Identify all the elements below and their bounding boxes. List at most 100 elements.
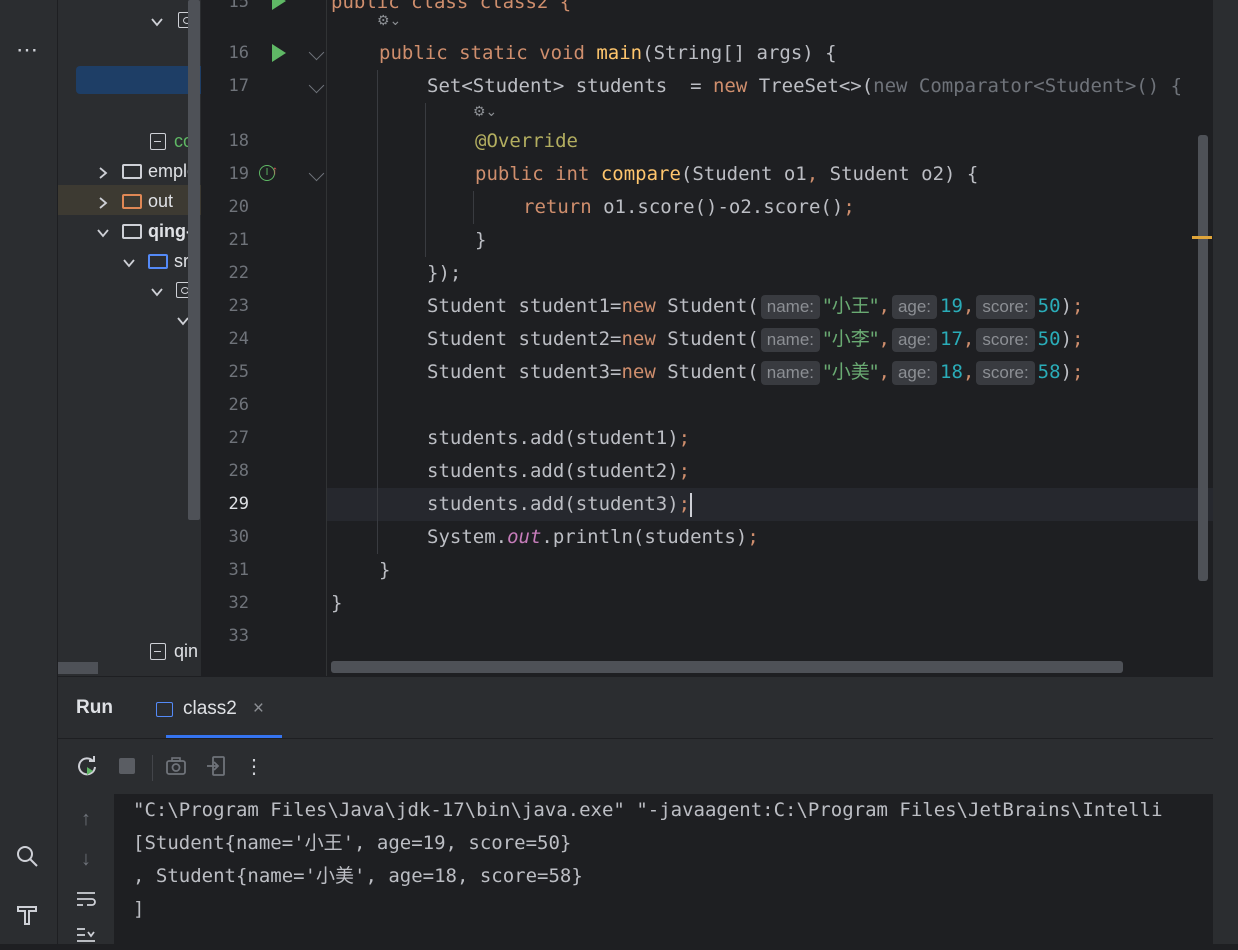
code-text: students.add(student2) xyxy=(427,460,679,482)
line-number: 32 xyxy=(228,593,249,613)
parameter-hint: name: xyxy=(760,360,820,385)
code-text: public class class2 { xyxy=(331,0,572,13)
parameter-hint: age: xyxy=(891,327,938,352)
keyword: new xyxy=(712,75,748,97)
line-number: 23 xyxy=(228,296,249,316)
line-number: 22 xyxy=(228,263,249,283)
keyword: return xyxy=(523,196,592,218)
editor-vertical-scrollbar[interactable] xyxy=(1198,135,1208,581)
keyword: new xyxy=(621,361,656,383)
line-number: 16 xyxy=(228,43,249,63)
stop-icon[interactable] xyxy=(112,751,142,781)
file-icon xyxy=(150,642,166,660)
parameter-hint: score: xyxy=(976,294,1035,319)
chevron-down-icon xyxy=(150,283,164,297)
tree-item-emplo[interactable]: emplo xyxy=(96,157,197,185)
override-arrow-icon: ↑ xyxy=(272,163,278,177)
exit-icon[interactable] xyxy=(201,751,231,781)
punctuation: ; xyxy=(1072,328,1084,350)
code-line-24: Student student2=new Student(name: "小李", a… xyxy=(427,327,1084,352)
camera-icon[interactable] xyxy=(161,751,191,781)
folder-icon xyxy=(122,163,142,179)
indent-guide xyxy=(473,191,474,224)
code-text: Student student2= xyxy=(427,328,622,350)
code-line-16: public static void main(String[] args) { xyxy=(379,37,837,70)
code-text: } xyxy=(379,559,391,581)
code-text: Student student3= xyxy=(427,361,622,383)
code-text: (Student o1 xyxy=(680,163,807,185)
method-name: main xyxy=(596,42,643,64)
line-number: 20 xyxy=(228,197,249,217)
excluded-folder-icon xyxy=(122,193,142,209)
keyword: new xyxy=(621,295,656,317)
project-tree: col emplo out qing- src qin xyxy=(58,0,201,676)
console-line: , Student{name='小美', age=18, score=58} xyxy=(133,865,583,887)
tree-item-file-qin[interactable]: qin xyxy=(150,637,198,665)
punctuation: ; xyxy=(747,526,759,548)
code-line-30: System.out.println(students); xyxy=(427,521,759,554)
line-number: 17 xyxy=(228,76,249,96)
code-line-20: return o1.score()-o2.score(); xyxy=(523,191,855,224)
run-main-icon[interactable] xyxy=(272,44,286,62)
tree-selection-highlight xyxy=(76,66,201,94)
close-icon[interactable]: × xyxy=(253,698,264,720)
console-output[interactable]: "C:\Program Files\Java\jdk-17\bin\java.e… xyxy=(115,794,1213,944)
run-tool-window: Run class2 × ⋮ ↑ ↓ "C:\Program Files\Jav… xyxy=(58,676,1213,944)
code-text: System. xyxy=(427,526,508,548)
more-icon[interactable]: ⋯ xyxy=(9,32,45,68)
line-number: 21 xyxy=(228,230,249,250)
chevron-right-icon xyxy=(96,194,110,209)
code-text-folded: new Comparator<Student>() { xyxy=(873,75,1183,97)
toolbar-divider xyxy=(152,755,153,781)
more-options-icon[interactable]: ⋮ xyxy=(239,751,269,781)
code-text: Set<Student> students = xyxy=(427,75,713,97)
string-literal: "小王" xyxy=(823,295,879,317)
build-hammer-icon[interactable] xyxy=(9,896,45,932)
scroll-to-end-icon[interactable] xyxy=(71,920,101,950)
code-line-22: }); xyxy=(427,257,461,290)
code-text: (String[] args) { xyxy=(642,42,837,64)
tree-horizontal-scrollbar[interactable] xyxy=(58,662,98,674)
rerun-icon[interactable] xyxy=(72,751,102,781)
code-line-29: students.add(student3); xyxy=(427,488,693,521)
scroll-down-icon[interactable]: ↓ xyxy=(71,844,101,874)
code-line-21: } xyxy=(475,224,486,257)
soft-wrap-icon[interactable] xyxy=(71,884,101,914)
code-line-18: @Override xyxy=(475,125,578,158)
chevron-down-icon xyxy=(96,224,110,238)
code-line-32: } xyxy=(331,587,342,620)
tree-item-out[interactable]: out xyxy=(96,187,173,215)
module-icon xyxy=(122,223,142,239)
run-class-icon[interactable] xyxy=(272,0,286,10)
run-tab-label: class2 xyxy=(183,698,237,719)
punctuation: , xyxy=(962,328,975,350)
editor-horizontal-scrollbar[interactable] xyxy=(331,661,1123,673)
tree-item-src[interactable]: src xyxy=(122,247,198,275)
ai-assistant-icon[interactable]: ⚙⌄ xyxy=(473,103,497,120)
tree-vertical-scrollbar[interactable] xyxy=(188,0,200,520)
code-line-15: public class class2 { xyxy=(331,0,571,19)
parameter-hint: score: xyxy=(976,327,1035,352)
string-literal: "小李" xyxy=(823,328,879,350)
warning-stripe-marker[interactable] xyxy=(1192,236,1212,239)
scroll-up-icon[interactable]: ↑ xyxy=(71,804,101,834)
tree-item-module-qing[interactable]: qing- xyxy=(96,217,192,245)
code-line-17: Set<Student> students = new TreeSet<>(ne… xyxy=(427,70,1182,103)
code-line-25: Student student3=new Student(name: "小美", a… xyxy=(427,360,1084,385)
console-line: "C:\Program Files\Java\jdk-17\bin\java.e… xyxy=(133,799,1163,821)
punctuation: ; xyxy=(678,493,691,515)
code-text: Student( xyxy=(655,361,759,383)
code-line-27: students.add(student1); xyxy=(427,422,690,455)
punctuation: , xyxy=(878,295,890,317)
search-icon[interactable] xyxy=(9,838,45,874)
punctuation: ; xyxy=(843,196,855,218)
console-tab-icon xyxy=(156,701,173,717)
run-tab-class2[interactable]: class2 × xyxy=(156,689,264,729)
code-text: Student( xyxy=(655,295,759,317)
chevron-down-icon xyxy=(122,254,136,268)
punctuation: ; xyxy=(678,427,691,449)
keyword: public int xyxy=(475,163,590,185)
code-text: }); xyxy=(427,262,462,284)
ai-assistant-icon[interactable]: ⚙⌄ xyxy=(377,12,401,29)
code-editor[interactable]: 15 16 17 18 19 20 21 22 23 24 25 26 27 2… xyxy=(201,0,1213,676)
